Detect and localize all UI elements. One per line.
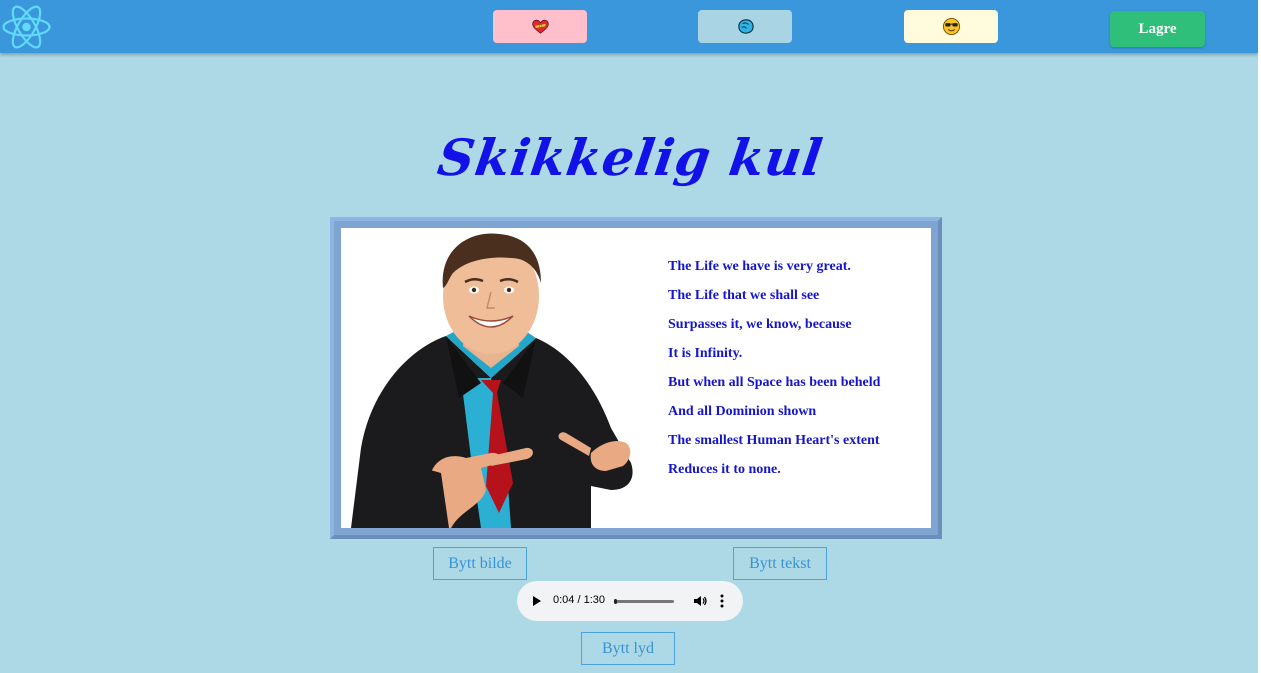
poem-line: Surpasses it, we know, because [668,317,852,332]
poem-line: The Life that we shall see [668,288,820,303]
smiling-face-with-sunglasses-icon [942,17,960,36]
change-image-button[interactable]: Bytt bilde [433,547,527,580]
volume-icon[interactable] [693,594,707,608]
poem-line: Reduces it to none. [668,462,781,477]
top-navbar: Lagre [0,0,1258,53]
audio-seek-progress [614,599,617,604]
fist-theme-button[interactable] [698,10,792,43]
react-atom-icon [2,5,51,49]
poem-line: It is Infinity. [668,346,743,361]
card-panel: The Life we have is very great. The Life… [341,228,931,528]
audio-time: 0:04 / 1:30 [553,594,605,606]
change-text-button[interactable]: Bytt tekst [733,547,827,580]
love-theme-button[interactable] [493,10,587,43]
audio-player: 0:04 / 1:30 [517,581,743,621]
heart-with-ribbon-icon [531,19,549,34]
poem-line: The smallest Human Heart's extent [668,433,880,448]
poem-line: The Life we have is very great. [668,259,851,274]
play-icon[interactable] [533,596,541,606]
poem-text: The Life we have is very great. The Life… [668,258,880,490]
card-frame: The Life we have is very great. The Life… [330,217,942,539]
oncoming-fist-icon [737,19,754,34]
poem-line: And all Dominion shown [668,404,817,419]
page-title: Skikkelig kul [434,128,827,187]
change-sound-button[interactable]: Bytt lyd [581,632,675,665]
cool-theme-button[interactable] [904,10,998,43]
more-options-icon[interactable] [720,594,724,608]
save-button[interactable]: Lagre [1110,11,1205,47]
person-photo [351,233,633,528]
poem-line: But when all Space has been beheld [668,375,881,390]
audio-seek-bar[interactable] [614,599,674,604]
